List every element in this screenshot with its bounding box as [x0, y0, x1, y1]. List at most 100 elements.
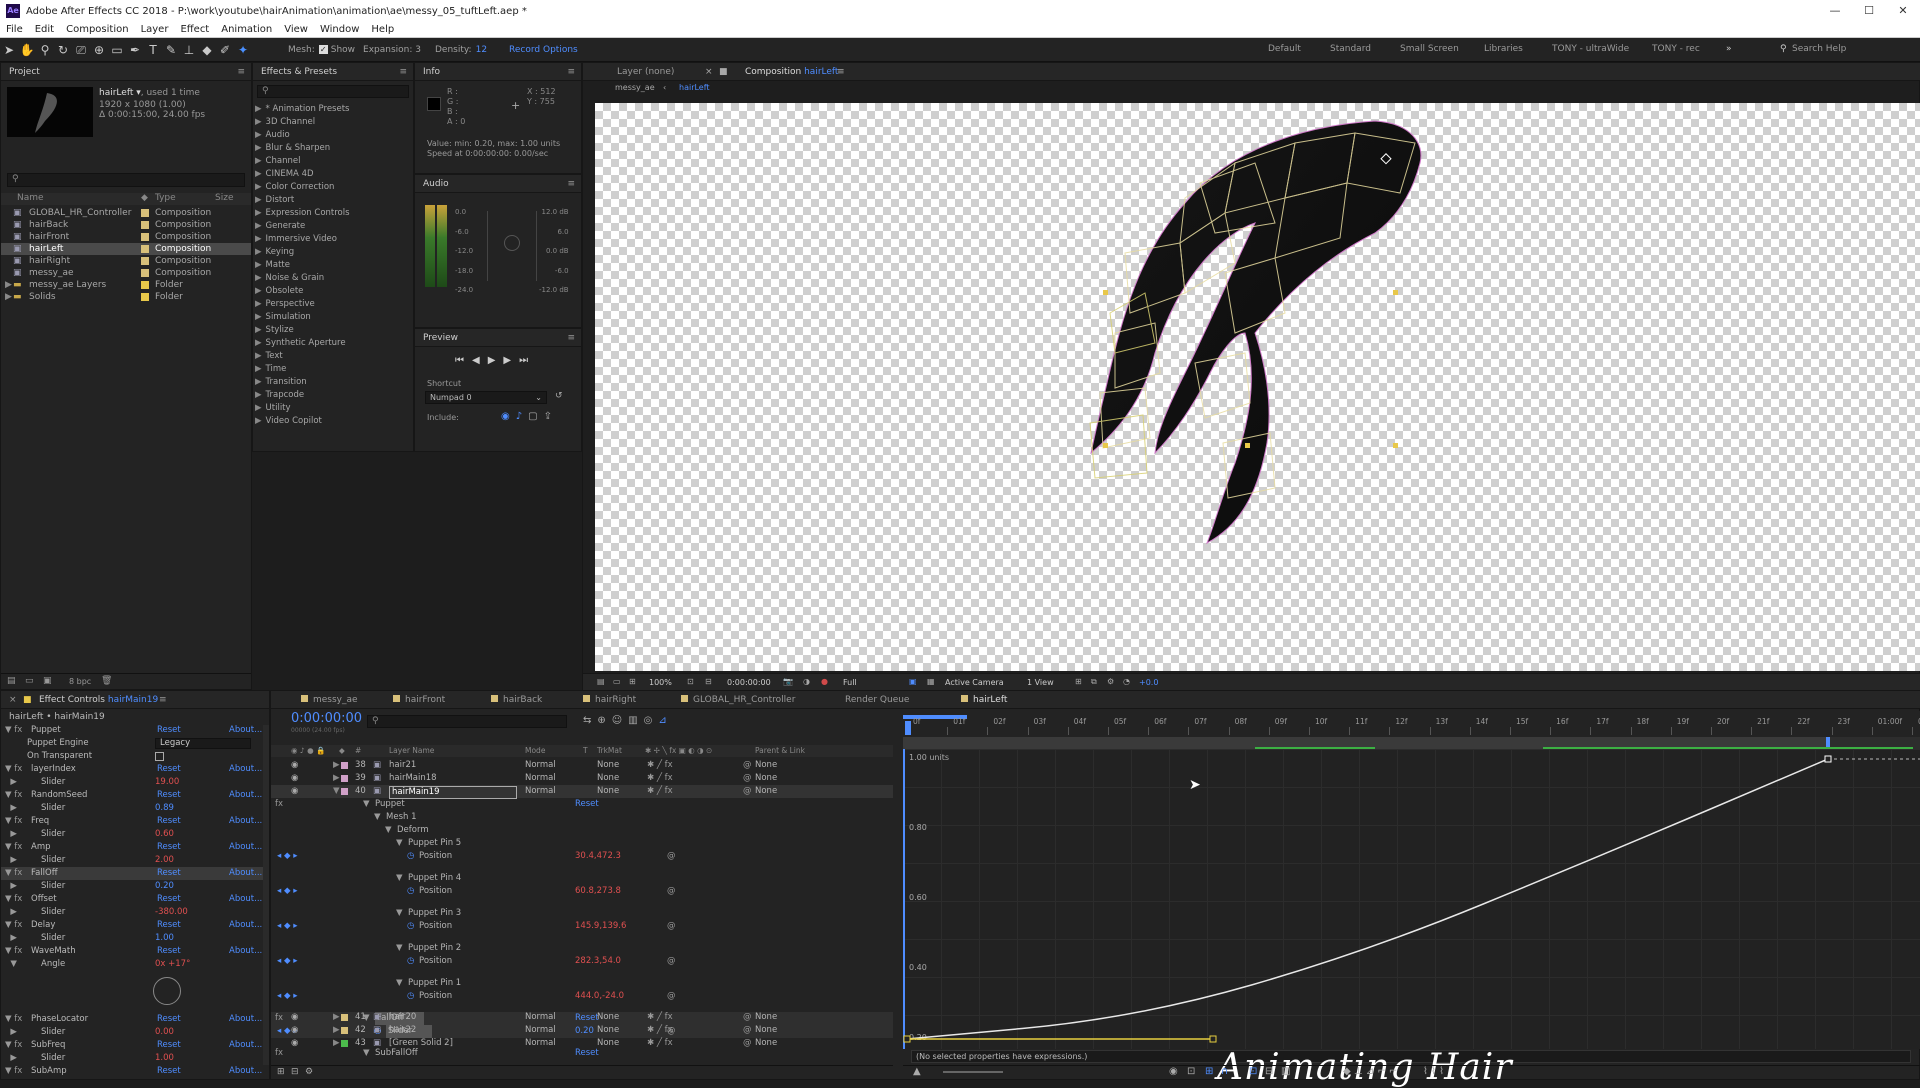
value-curve[interactable] [906, 758, 1829, 1040]
play-icon[interactable]: ▶ [488, 355, 504, 366]
effects-search-input[interactable]: ⚲ [257, 85, 409, 98]
shy-icon[interactable]: ☺ [612, 715, 628, 726]
layer-mode-dropdown[interactable]: Normal [525, 1037, 556, 1050]
reset-exposure-icon[interactable]: ⧉ [1091, 677, 1097, 687]
shortcut-dropdown[interactable]: Numpad 0 ⌄ [425, 391, 547, 404]
timeline-layer-row[interactable]: ◉ ▶ 42 ▣ hair22 Normal None ✱ ╱ fx @ None [271, 1024, 893, 1037]
next-frame-icon[interactable]: ▶ [503, 355, 519, 366]
keyframe-nav-icon[interactable]: ◂ ◆ ▸ [277, 990, 297, 1003]
time-ruler[interactable]: 0f 01f 02f 03f 04f 05f 06f 07f 08f 09f 10f 11f 12f 13… [903, 711, 1920, 737]
in-out-icon[interactable]: ⚙ [305, 1067, 313, 1077]
draft-3d-icon[interactable]: ⊕ [597, 715, 611, 726]
region-of-interest-icon[interactable]: ▣ [909, 677, 917, 686]
expression-pickwhip-icon[interactable]: @ [667, 990, 676, 1003]
timeline-layer-row[interactable]: ◉ ▶ 41 ▣ hair20 Normal None ✱ ╱ fx @ None [271, 1011, 893, 1024]
layer-switches-icon[interactable]: ✱ ╱ fx [647, 1037, 673, 1050]
effect-reset-link[interactable]: Reset [157, 1013, 181, 1026]
snapshot-icon[interactable]: 📷 [783, 677, 793, 686]
interpret-footage-icon[interactable]: ▤ [7, 676, 16, 686]
effect-row-indicator[interactable]: ▼ fx [5, 841, 22, 854]
separate-dimensions-icon[interactable]: ▥ [1281, 1066, 1290, 1077]
effect-category[interactable]: ▶ Video Copilot [255, 415, 413, 428]
effect-category[interactable]: ▶ Synthetic Aperture [255, 337, 413, 350]
layer-parent-dropdown[interactable]: None [755, 785, 777, 798]
expand-arrow-icon[interactable]: ▶ [333, 1024, 340, 1037]
col-trkmat[interactable]: TrkMat [597, 746, 622, 755]
timeline-group-row[interactable]: ▼ Puppet Pin 5 [271, 837, 893, 850]
effect-category[interactable]: ▶ Immersive Video [255, 233, 413, 246]
effect-category[interactable]: ▶ Trapcode [255, 389, 413, 402]
pickwhip-icon[interactable]: @ [743, 1037, 752, 1050]
timeline-tab[interactable]: GLOBAL_HR_Controller [671, 691, 805, 709]
effect-row-indicator[interactable]: ▶ [5, 854, 17, 867]
lock-icon[interactable]: ■ [719, 63, 728, 81]
pixel-aspect-icon[interactable]: ▭ [613, 677, 621, 686]
expand-arrow-icon[interactable]: ▶ [333, 1011, 340, 1024]
close-button[interactable]: ✕ [1886, 0, 1920, 22]
workspace-tony-ultrawide[interactable]: TONY - ultraWide [1552, 44, 1629, 54]
effect-category[interactable]: ▶ Time [255, 363, 413, 376]
effect-category[interactable]: ▶ Distort [255, 194, 413, 207]
timeline-group-row[interactable]: ▼ Puppet Pin 4 [271, 872, 893, 885]
effect-row-indicator[interactable]: ▼ fx [5, 945, 22, 958]
camera-tool-icon[interactable]: ⎚ [72, 41, 90, 59]
workspace-default[interactable]: Default [1268, 44, 1301, 54]
effect-property-value[interactable]: -380.00 [155, 906, 188, 919]
export-icon[interactable]: ⇪ [544, 411, 558, 422]
effect-about-link[interactable]: About... [229, 763, 262, 776]
effect-row-indicator[interactable]: ▼ fx [5, 724, 22, 737]
menu-composition[interactable]: Composition [66, 24, 128, 35]
layer-mode-dropdown[interactable]: Normal [525, 1011, 556, 1024]
panel-menu-icon[interactable]: ≡ [567, 175, 575, 193]
layer-viewer-tab[interactable]: Layer (none) [607, 63, 684, 81]
last-frame-icon[interactable]: ⏭ [519, 355, 536, 366]
col-size[interactable]: Size [215, 193, 233, 203]
menu-edit[interactable]: Edit [35, 24, 54, 35]
property-value[interactable]: 60.8,273.8 [575, 885, 621, 898]
effect-reset-link[interactable]: Reset [157, 867, 181, 880]
timeline-property-row[interactable]: ◂ ◆ ▸ ◷ Position 444.0,-24.0 @ [271, 990, 893, 1003]
effect-category[interactable]: ▶ Generate [255, 220, 413, 233]
layer-switches-icon[interactable]: ✱ ╱ fx [647, 1011, 673, 1024]
view-layout-dropdown[interactable]: 1 View [1027, 678, 1054, 687]
project-item[interactable]: ▣ hairLeft Composition [1, 243, 251, 255]
layer-trkmat-dropdown[interactable]: None [597, 1037, 619, 1050]
safe-zones-icon[interactable]: ⊞ [629, 677, 636, 686]
layer-parent-dropdown[interactable]: None [755, 1024, 777, 1037]
effect-category[interactable]: ▶ Channel [255, 155, 413, 168]
playhead-handle[interactable] [905, 721, 911, 735]
puppet-pin[interactable] [1393, 443, 1398, 448]
effect-category[interactable]: ▶ Stylize [255, 324, 413, 337]
timeline-group-row[interactable]: ▼ Mesh 1 [271, 811, 893, 824]
pickwhip-icon[interactable]: @ [743, 772, 752, 785]
effect-category[interactable]: ▶ Color Correction [255, 181, 413, 194]
effect-row-indicator[interactable]: ▶ [5, 880, 17, 893]
visibility-icon[interactable]: ◉ [291, 759, 298, 772]
pen-tool-icon[interactable]: ✒ [126, 41, 144, 59]
pickwhip-icon[interactable]: @ [743, 785, 752, 798]
timeline-timecode[interactable]: 0:00:00:00 [291, 711, 362, 726]
effect-about-link[interactable]: About... [229, 789, 262, 802]
zoom-out-icon[interactable]: ▲ [913, 1066, 921, 1077]
easy-ease-icon[interactable]: ⌇ ⌇ ⌇ [1423, 1066, 1444, 1077]
effect-row-indicator[interactable]: ▶ [5, 1052, 17, 1065]
reset-icon[interactable]: ↺ [555, 391, 563, 401]
composition-viewer-tab[interactable]: Composition hairLeft [735, 63, 848, 81]
effect-property-value[interactable]: 0.60 [155, 828, 174, 841]
layer-parent-dropdown[interactable]: None [755, 772, 777, 785]
timeline-group-row[interactable]: ▼ fx Puppet Reset [271, 798, 893, 811]
menu-help[interactable]: Help [371, 24, 394, 35]
effect-row-indicator[interactable]: ▼ fx [5, 867, 22, 880]
menu-view[interactable]: View [284, 24, 308, 35]
col-mode[interactable]: Mode [525, 746, 545, 755]
menu-file[interactable]: File [6, 24, 23, 35]
stopwatch-icon[interactable]: ◷ [407, 955, 414, 968]
zoom-slider[interactable] [943, 1071, 1003, 1073]
pan-behind-tool-icon[interactable]: ⊕ [90, 41, 108, 59]
composition-canvas[interactable] [595, 103, 1920, 671]
audio-level-knob[interactable] [504, 235, 520, 251]
layer-trkmat-dropdown[interactable]: None [597, 785, 619, 798]
fit-icon[interactable]: ⊡ [687, 677, 694, 686]
eraser-tool-icon[interactable]: ◆ [198, 41, 216, 59]
timeline-tab[interactable]: hairRight [573, 691, 646, 709]
